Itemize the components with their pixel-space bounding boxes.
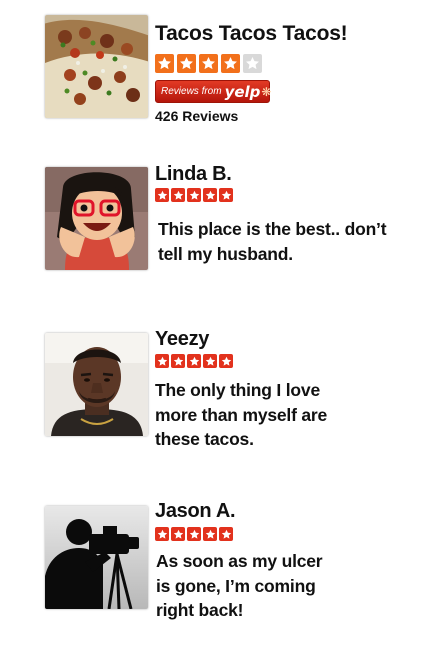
reviewer-avatar (45, 333, 148, 436)
star-icon (219, 188, 233, 202)
linda-avatar-icon (45, 167, 148, 270)
reviewer-name[interactable]: Jason A. (155, 500, 236, 523)
star-icon (221, 54, 240, 73)
review-line: these tacos. (155, 429, 254, 449)
yelp-burst-icon: ❋ (261, 84, 272, 99)
reviewer-rating (155, 188, 233, 202)
yelp-logo-text: yelp (224, 82, 261, 101)
reviewer-name[interactable]: Yeezy (155, 328, 209, 351)
star-icon (243, 54, 262, 73)
star-icon (219, 354, 233, 368)
yeezy-avatar-icon (45, 333, 148, 436)
star-icon (171, 527, 185, 541)
review-line: The only thing I love (155, 380, 320, 400)
star-icon (203, 188, 217, 202)
reviewer-rating (155, 527, 233, 541)
star-icon (155, 354, 169, 368)
review-line: right back! (156, 600, 244, 620)
reviewer-name[interactable]: Linda B. (155, 163, 232, 186)
business-name[interactable]: Tacos Tacos Tacos! (155, 22, 348, 46)
review-line: tell my husband. (158, 243, 293, 264)
review-line: As soon as my ulcer (156, 551, 323, 571)
yelp-reviews-badge[interactable]: Reviews from yelp ❋ (155, 80, 272, 103)
tacos-photo (45, 15, 148, 118)
star-icon (155, 527, 169, 541)
review-text: This place is the best.. don’t tell my h… (158, 217, 387, 266)
star-icon (187, 188, 201, 202)
star-icon (155, 54, 174, 73)
star-icon (187, 354, 201, 368)
reviewer-avatar (45, 167, 148, 270)
star-icon (187, 527, 201, 541)
star-icon (155, 188, 169, 202)
star-icon (203, 354, 217, 368)
business-photo (45, 15, 148, 118)
review-line: more than myself are (155, 404, 328, 425)
reviewer-rating (155, 354, 233, 368)
badge-from-text: Reviews from (161, 86, 222, 97)
review-text: The only thing I love more than myself a… (155, 378, 327, 452)
star-icon (177, 54, 196, 73)
reviewer-avatar (45, 506, 148, 609)
star-icon (171, 188, 185, 202)
review-line: This place is the best.. don’t (158, 219, 387, 239)
review-text: As soon as my ulcer is gone, I’m coming … (156, 549, 323, 623)
star-icon (203, 527, 217, 541)
jason-avatar-icon (45, 506, 148, 609)
star-icon (171, 354, 185, 368)
star-icon (199, 54, 218, 73)
star-icon (219, 527, 233, 541)
review-count[interactable]: 426 Reviews (155, 108, 238, 124)
business-rating (155, 54, 262, 73)
review-line: is gone, I’m coming (156, 575, 316, 596)
